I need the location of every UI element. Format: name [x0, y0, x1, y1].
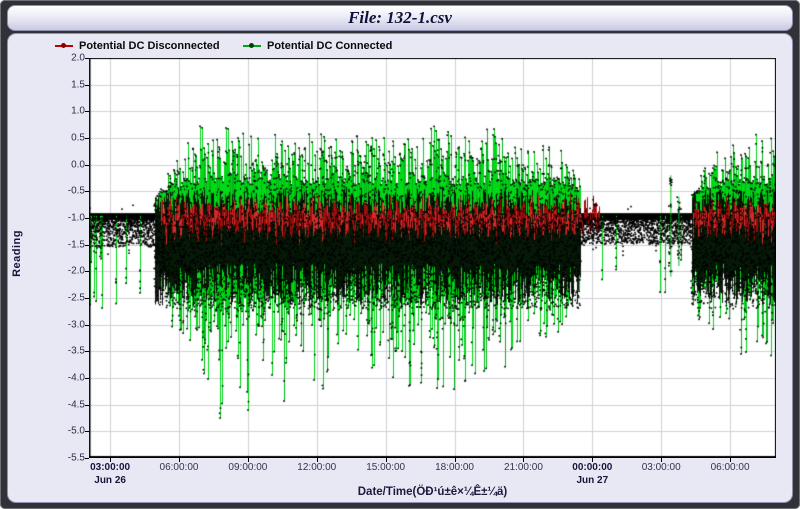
y-tick-label: 2.0 [51, 53, 85, 64]
chart-panel: Potential DC Disconnected Potential DC C… [7, 33, 793, 503]
y-tick-label: -2.0 [51, 266, 85, 277]
y-tick-mark [85, 191, 89, 192]
chart-canvas[interactable] [89, 58, 776, 458]
y-tick-mark [85, 405, 89, 406]
y-tick-label: -1.5 [51, 239, 85, 250]
plot-area[interactable] [89, 58, 776, 458]
y-tick-mark [85, 431, 89, 432]
y-tick-label: -3.0 [51, 319, 85, 330]
y-tick-label: -1.0 [51, 213, 85, 224]
y-tick-mark [85, 271, 89, 272]
y-tick-mark [85, 165, 89, 166]
y-tick-mark [85, 351, 89, 352]
y-tick-label: 1.0 [51, 106, 85, 117]
y-tick-mark [85, 138, 89, 139]
x-axis-title: Date/Time(ÖÐ¹ú±ê×¼Ê±¼ä) [89, 486, 776, 498]
x-tick-label: 12:00:00 [297, 462, 336, 473]
x-tick-label: 00:00:00 [572, 462, 612, 473]
x-tick-label: 06:00:00 [160, 462, 199, 473]
app-window: File: 132-1.csv Potential DC Disconnecte… [0, 0, 800, 509]
x-tick-label: 03:00:00 [90, 462, 130, 473]
x-tick-date-label: Jun 27 [576, 475, 608, 486]
y-tick-label: -4.0 [51, 373, 85, 384]
y-tick-label: -0.5 [51, 186, 85, 197]
x-tick-label: 21:00:00 [504, 462, 543, 473]
green-line-marker-icon [243, 45, 261, 47]
y-tick-mark [85, 111, 89, 112]
y-tick-mark [85, 58, 89, 59]
red-line-marker-icon [55, 45, 73, 47]
y-tick-mark [85, 298, 89, 299]
window-titlebar: File: 132-1.csv [7, 5, 793, 31]
legend-label-dc-disconnected: Potential DC Disconnected [79, 40, 220, 52]
window-title: File: 132-1.csv [348, 6, 452, 30]
x-tick-label: 15:00:00 [366, 462, 405, 473]
y-tick-label: -4.5 [51, 399, 85, 410]
y-tick-label: 1.5 [51, 79, 85, 90]
y-tick-mark [85, 378, 89, 379]
legend-item-dc-connected[interactable]: Potential DC Connected [243, 38, 392, 54]
y-tick-label: 0.0 [51, 159, 85, 170]
y-tick-label: -3.5 [51, 346, 85, 357]
x-tick-date-label: Jun 26 [94, 475, 126, 486]
y-tick-mark [85, 245, 89, 246]
x-tick-label: 06:00:00 [711, 462, 750, 473]
y-tick-label: -2.5 [51, 293, 85, 304]
x-tick-label: 18:00:00 [435, 462, 474, 473]
y-tick-label: -5.0 [51, 426, 85, 437]
legend-label-dc-connected: Potential DC Connected [267, 40, 392, 52]
y-tick-mark [85, 325, 89, 326]
x-tick-label: 03:00:00 [642, 462, 681, 473]
y-tick-label: -5.5 [51, 453, 85, 464]
x-tick-label: 09:00:00 [228, 462, 267, 473]
y-tick-mark [85, 85, 89, 86]
y-tick-label: 0.5 [51, 133, 85, 144]
y-axis-title: Reading [11, 230, 23, 277]
y-tick-mark [85, 218, 89, 219]
y-tick-mark [85, 458, 89, 459]
